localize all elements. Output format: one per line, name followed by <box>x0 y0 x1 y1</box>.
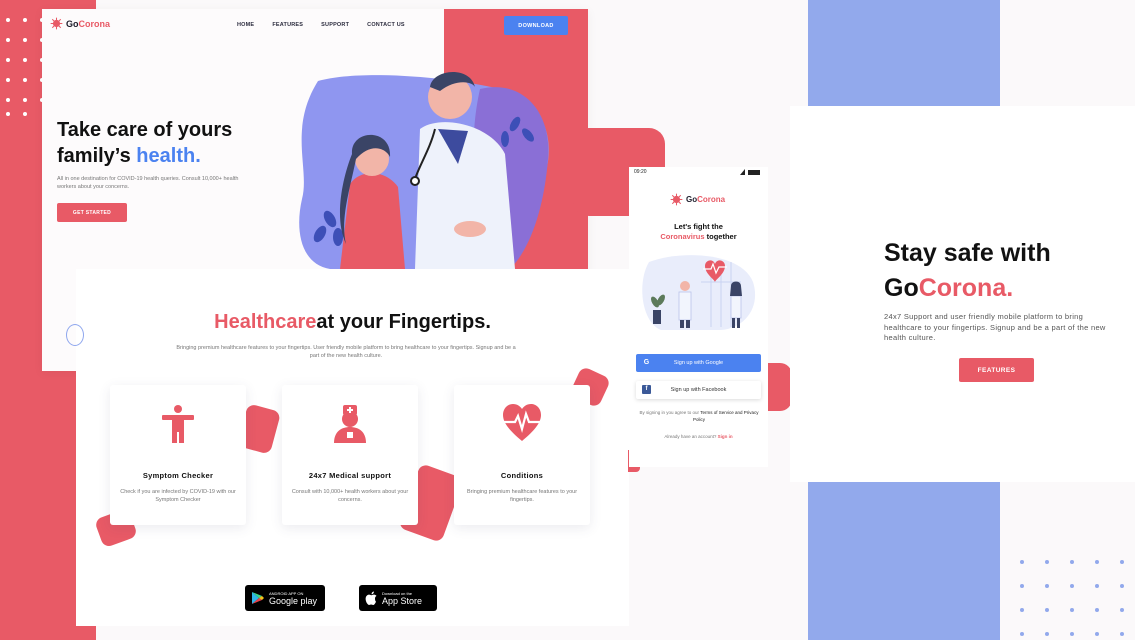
app-store-big-text: App Store <box>382 595 423 606</box>
card-description: Bringing premium healthcare features to … <box>466 489 578 503</box>
virus-icon <box>50 17 63 30</box>
features-panel: Healthcareat your Fingertips. Bringing p… <box>66 269 629 626</box>
blue-background-block-top <box>808 0 1000 106</box>
blue-background-block-bottom <box>808 482 1000 640</box>
heartbeat-icon <box>503 404 541 441</box>
phone-brand-logo: GoCorona <box>670 193 725 206</box>
collage-canvas: GoCorona HOME FEATURES SUPPORT CONTACT U… <box>0 0 1135 640</box>
card-description: Consult with 10,000+ health workers abou… <box>291 489 409 503</box>
status-time: 09:20 <box>634 169 647 175</box>
white-dot-grid <box>6 18 44 116</box>
blue-dot-grid <box>1020 560 1124 636</box>
google-play-button[interactable]: ANDROID APP ON Google play <box>245 585 325 611</box>
google-play-icon <box>252 592 264 604</box>
hero-subtitle: All in one destination for COVID-19 heal… <box>57 176 239 190</box>
terms-text: By signing in you agree to our Terms of … <box>639 410 759 422</box>
card-title: Conditions <box>500 471 544 480</box>
google-signup-button[interactable]: G Sign up with Google <box>636 354 761 372</box>
features-button[interactable]: FEATURES <box>959 358 1034 382</box>
google-signup-label: Sign up with Google <box>673 360 724 366</box>
features-subtitle: Bringing premium healthcare features to … <box>176 345 516 359</box>
nav-item-contact-us[interactable]: CONTACT US <box>367 22 405 28</box>
nav-item-home[interactable]: HOME <box>237 22 254 28</box>
phone-headline-line-1: Let's fight the <box>674 222 723 231</box>
person-icon <box>162 405 194 443</box>
brand-name: GoCorona <box>686 195 726 204</box>
hero-line-2: family’s health. <box>57 145 201 167</box>
virus-icon <box>670 193 683 206</box>
hero-headline: Take care of yours family’s health. <box>57 117 232 169</box>
app-store-button[interactable]: Download on the App Store <box>359 585 437 611</box>
promo-line-2: GoCorona. <box>884 274 1014 302</box>
status-bar-icons <box>740 169 760 175</box>
brand-logo[interactable]: GoCorona <box>50 17 110 30</box>
promo-panel: Stay safe with GoCorona. 24x7 Support an… <box>790 106 1135 482</box>
promo-headline: Stay safe with GoCorona. <box>884 236 1051 306</box>
card-title: 24x7 Medical support <box>308 471 392 480</box>
google-play-big-text: Google play <box>269 595 318 606</box>
facebook-signup-label: Sign up with Facebook <box>670 387 727 393</box>
promo-line-1: Stay safe with <box>884 239 1051 267</box>
promo-subtitle: 24x7 Support and user friendly mobile pl… <box>884 312 1106 342</box>
nav-item-support[interactable]: SUPPORT <box>321 22 349 28</box>
feature-card-symptom-checker[interactable]: Symptom Checker Check if you are infecte… <box>110 385 246 525</box>
terms-link[interactable]: Terms of Service and Privacy Policy <box>693 410 759 422</box>
phone-headline-line-2: Coronavirus together <box>660 232 737 241</box>
phone-headline: Let's fight the Coronavirus together <box>629 222 768 242</box>
google-icon: G <box>643 359 650 366</box>
doctor-patient-illustration <box>299 71 549 269</box>
facebook-icon: f <box>642 385 651 394</box>
card-description: Check if you are infected by COVID-19 wi… <box>120 489 236 503</box>
already-have-account: Already have an account? Sign in <box>664 434 733 439</box>
feature-card-conditions[interactable]: Conditions Bringing premium healthcare f… <box>454 385 590 525</box>
hero-line-1: Take care of yours <box>57 119 233 141</box>
download-button[interactable]: DOWNLOAD <box>504 16 568 35</box>
top-nav: HOME FEATURES SUPPORT CONTACT US <box>237 22 405 28</box>
get-started-button[interactable]: GET STARTED <box>57 203 127 222</box>
brand-name: GoCorona <box>66 18 110 29</box>
feature-card-medical-support[interactable]: 24x7 Medical support Consult with 10,000… <box>282 385 418 525</box>
doctor-icon <box>334 405 366 443</box>
sign-in-link[interactable]: Sign in <box>718 434 733 439</box>
nav-item-features[interactable]: FEATURES <box>272 22 303 28</box>
facebook-signup-button[interactable]: f Sign up with Facebook <box>636 381 761 399</box>
features-title: Healthcareat your Fingertips. <box>214 311 491 333</box>
phone-signup-screen: 09:20 GoCorona Let's fight the Coronavir… <box>629 167 768 467</box>
apple-icon <box>365 591 377 605</box>
card-title: Symptom Checker <box>142 471 214 480</box>
doctors-illustration <box>642 255 756 330</box>
